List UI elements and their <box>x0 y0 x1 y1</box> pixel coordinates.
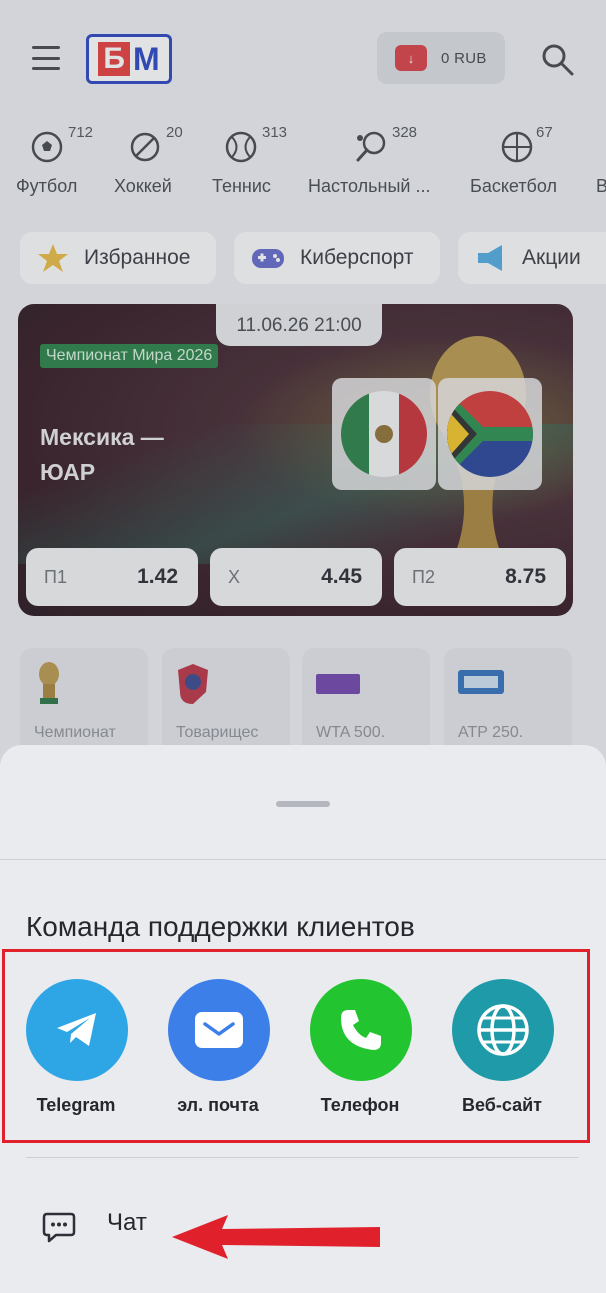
highlight-box <box>2 949 590 1143</box>
drag-handle[interactable] <box>276 801 330 807</box>
chat-bubble-icon <box>42 1212 76 1243</box>
red-arrow-annotation <box>172 1215 380 1259</box>
divider <box>0 859 606 860</box>
sheet-title: Команда поддержки клиентов <box>26 911 415 942</box>
divider <box>26 1157 579 1158</box>
chat-option[interactable]: Чат <box>0 1185 606 1265</box>
support-bottom-sheet: Команда поддержки клиентов Telegram эл. … <box>0 745 606 1293</box>
chat-label: Чат <box>107 1209 147 1236</box>
